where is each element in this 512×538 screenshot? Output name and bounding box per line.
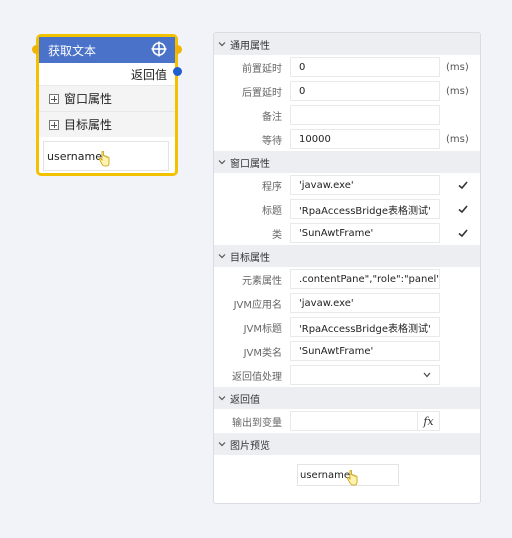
node-preview-image: username xyxy=(43,141,169,171)
node-return-label: 返回值 xyxy=(130,67,167,82)
program-label: 程序 xyxy=(262,181,282,193)
class-row: 类 'SunAwtFrame' xyxy=(214,221,480,245)
post-delay-unit: (ms) xyxy=(446,85,469,97)
note-input[interactable] xyxy=(290,105,440,125)
expand-plus-icon[interactable] xyxy=(49,93,59,104)
node-return-value: 返回值 xyxy=(39,63,175,85)
section-return-title: 返回值 xyxy=(230,394,260,406)
return-handle-select[interactable] xyxy=(290,365,440,385)
chevron-down-icon[interactable] xyxy=(218,440,226,448)
section-return-header[interactable]: 返回值 xyxy=(214,387,480,409)
get-text-node[interactable]: 获取文本 返回值 窗口属性 目标属性 username xyxy=(32,34,182,176)
window-title-label: 标题 xyxy=(262,205,282,217)
program-row: 程序 'javaw.exe' xyxy=(214,173,480,197)
preview-area: username xyxy=(214,455,480,501)
wait-input[interactable]: 10000 xyxy=(290,129,440,149)
return-output-port[interactable] xyxy=(173,67,182,76)
jvm-class-row: JVM类名 'SunAwtFrame' xyxy=(214,339,480,363)
pre-delay-input[interactable]: 0 xyxy=(290,57,440,77)
jvm-title-label: JVM标题 xyxy=(243,323,282,335)
check-icon[interactable] xyxy=(457,179,469,191)
section-target-header[interactable]: 目标属性 xyxy=(214,245,480,267)
node-section-window-label: 窗口属性 xyxy=(64,92,113,106)
section-preview-title: 图片预览 xyxy=(230,440,270,452)
chevron-down-icon[interactable] xyxy=(218,394,226,402)
section-target-title: 目标属性 xyxy=(230,252,270,264)
node-section-target[interactable]: 目标属性 xyxy=(39,111,175,137)
jvm-title-row: JVM标题 'RpaAccessBridge表格测试' xyxy=(214,315,480,339)
fx-button[interactable]: fx xyxy=(418,411,440,431)
section-window-header[interactable]: 窗口属性 xyxy=(214,151,480,173)
jvm-class-label: JVM类名 xyxy=(243,347,282,359)
post-delay-row: 后置延时 0 (ms) xyxy=(214,79,480,103)
expand-plus-icon[interactable] xyxy=(49,119,59,130)
element-attr-row: 元素属性 .contentPane","role":"panel"}] xyxy=(214,267,480,291)
hand-cursor-icon xyxy=(346,470,358,486)
section-preview-header[interactable]: 图片预览 xyxy=(214,433,480,455)
section-general-title: 通用属性 xyxy=(230,40,270,52)
section-general-header[interactable]: 通用属性 xyxy=(214,33,480,55)
chevron-down-icon[interactable] xyxy=(218,252,226,260)
post-delay-label: 后置延时 xyxy=(242,87,282,99)
jvm-class-input[interactable]: 'SunAwtFrame' xyxy=(290,341,440,361)
post-delay-input[interactable]: 0 xyxy=(290,81,440,101)
return-handle-label: 返回值处理 xyxy=(232,371,282,383)
node-section-target-label: 目标属性 xyxy=(64,118,113,132)
element-attr-label: 元素属性 xyxy=(242,275,282,287)
check-icon[interactable] xyxy=(457,203,469,215)
section-window-title: 窗口属性 xyxy=(230,158,270,170)
window-title-row: 标题 'RpaAccessBridge表格测试' xyxy=(214,197,480,221)
preview-image: username xyxy=(297,464,399,486)
return-handle-row: 返回值处理 xyxy=(214,363,480,387)
jvm-app-input[interactable]: 'javaw.exe' xyxy=(290,293,440,313)
chevron-down-icon[interactable] xyxy=(423,372,431,378)
node-section-window[interactable]: 窗口属性 xyxy=(39,85,175,111)
wait-row: 等待 10000 (ms) xyxy=(214,127,480,151)
note-label: 备注 xyxy=(262,111,282,123)
wait-unit: (ms) xyxy=(446,133,469,145)
wait-label: 等待 xyxy=(262,135,282,147)
chevron-down-icon[interactable] xyxy=(218,40,226,48)
preview-text: username xyxy=(300,469,350,481)
output-var-label: 输出到变量 xyxy=(232,417,282,429)
class-label: 类 xyxy=(272,229,282,241)
crosshair-target-icon[interactable] xyxy=(151,41,167,57)
element-attr-input[interactable]: .contentPane","role":"panel"}] xyxy=(290,269,440,289)
hand-cursor-icon xyxy=(98,151,110,167)
properties-panel: 通用属性 前置延时 0 (ms) 后置延时 0 (ms) 备注 等待 10000… xyxy=(213,32,481,504)
node-header[interactable]: 获取文本 xyxy=(39,37,175,63)
node-preview-text: username xyxy=(47,149,102,163)
check-icon[interactable] xyxy=(457,227,469,239)
pre-delay-label: 前置延时 xyxy=(242,63,282,75)
program-input[interactable]: 'javaw.exe' xyxy=(290,175,440,195)
output-var-row: 输出到变量 fx xyxy=(214,409,480,433)
note-row: 备注 xyxy=(214,103,480,127)
jvm-app-row: JVM应用名 'javaw.exe' xyxy=(214,291,480,315)
window-title-input[interactable]: 'RpaAccessBridge表格测试' xyxy=(290,199,440,219)
pre-delay-row: 前置延时 0 (ms) xyxy=(214,55,480,79)
pre-delay-unit: (ms) xyxy=(446,61,469,73)
jvm-title-input[interactable]: 'RpaAccessBridge表格测试' xyxy=(290,317,440,337)
output-var-input[interactable] xyxy=(290,411,418,431)
node-title: 获取文本 xyxy=(48,43,97,58)
chevron-down-icon[interactable] xyxy=(218,158,226,166)
class-input[interactable]: 'SunAwtFrame' xyxy=(290,223,440,243)
jvm-app-label: JVM应用名 xyxy=(233,299,282,311)
